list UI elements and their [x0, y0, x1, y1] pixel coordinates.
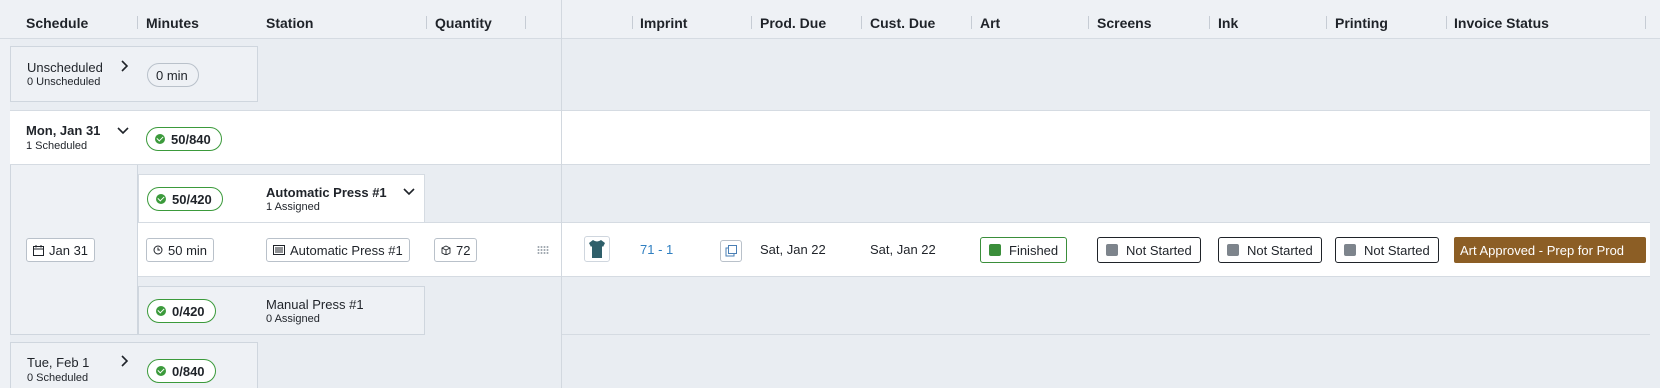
status-square-icon	[1106, 244, 1118, 256]
chevron-down-icon[interactable]	[116, 123, 130, 137]
day-capacity-badge: 0/840	[147, 359, 216, 383]
col-art[interactable]: Art	[980, 0, 1000, 39]
art-status[interactable]: Finished	[980, 237, 1068, 263]
col-schedule[interactable]: Schedule	[26, 0, 88, 39]
col-resize-handle[interactable]	[1326, 16, 1327, 29]
station-assigned-count: 1 Assigned	[266, 201, 320, 213]
copy-button[interactable]	[720, 240, 742, 262]
status-label: Finished	[1009, 242, 1059, 258]
ink-status[interactable]: Not Started	[1218, 237, 1322, 263]
check-circle-icon	[155, 134, 165, 144]
col-station[interactable]: Station	[266, 0, 313, 39]
col-resize-handle[interactable]	[861, 16, 862, 29]
quantity-value: 72	[456, 242, 471, 258]
unscheduled-group[interactable]: Unscheduled 0 Unscheduled 0 min	[10, 46, 258, 102]
left-rail	[0, 39, 10, 388]
unscheduled-minutes: 0 min	[147, 63, 199, 87]
col-imprint[interactable]: Imprint	[640, 0, 687, 39]
check-circle-icon	[156, 366, 166, 376]
cust-due-date: Sat, Jan 22	[870, 242, 936, 257]
station-capacity-badge: 50/420	[147, 187, 223, 211]
check-circle-icon	[156, 194, 166, 204]
row-divider	[561, 334, 1650, 335]
day-capacity-badge: 50/840	[146, 127, 222, 151]
station-group-header[interactable]: 0/420 Manual Press #1 0 Assigned	[138, 286, 425, 335]
capacity-value: 50/420	[172, 191, 212, 207]
capacity-value: 0/420	[172, 303, 205, 319]
drag-handle-icon[interactable]	[537, 244, 549, 256]
col-resize-handle[interactable]	[751, 16, 752, 29]
chevron-right-icon[interactable]	[117, 59, 131, 73]
job-quantity: 72	[434, 238, 478, 262]
day-title: Mon, Jan 31	[26, 123, 101, 138]
status-label: Not Started	[1126, 242, 1192, 258]
press-icon	[273, 245, 285, 255]
job-station-select[interactable]: Automatic Press #1	[266, 238, 410, 262]
station-assigned-count: 0 Assigned	[266, 313, 320, 325]
station-name: Manual Press #1	[266, 297, 364, 312]
status-label: Not Started	[1247, 242, 1313, 258]
panel-divider[interactable]	[561, 0, 562, 388]
capacity-value: 0/840	[172, 363, 205, 379]
status-label: Not Started	[1364, 242, 1430, 258]
col-resize-handle[interactable]	[1645, 16, 1646, 29]
clock-icon	[153, 245, 163, 255]
copy-icon	[725, 245, 737, 257]
col-resize-handle[interactable]	[137, 16, 138, 29]
status-square-icon	[1344, 244, 1356, 256]
day-scheduled-count: 1 Scheduled	[26, 140, 88, 152]
tshirt-icon	[589, 240, 605, 258]
day-group-header[interactable]: Mon, Jan 31 1 Scheduled 50/840	[10, 110, 1650, 165]
job-minutes: 50 min	[146, 238, 215, 262]
col-screens[interactable]: Screens	[1097, 0, 1151, 39]
col-printing[interactable]: Printing	[1335, 0, 1388, 39]
invoice-status-badge[interactable]: Art Approved - Prep for Prod	[1454, 237, 1646, 263]
col-invoice-status[interactable]: Invoice Status	[1454, 0, 1549, 39]
date-value: Jan 31	[49, 242, 89, 258]
printing-status[interactable]: Not Started	[1335, 237, 1439, 263]
imprint-link[interactable]: 71 - 1	[640, 242, 673, 257]
col-cust-due[interactable]: Cust. Due	[870, 0, 935, 39]
product-thumbnail[interactable]	[584, 236, 610, 262]
date-chip[interactable]: Jan 31	[26, 238, 96, 262]
unscheduled-title: Unscheduled	[27, 60, 103, 75]
calendar-icon	[33, 244, 44, 256]
station-capacity-badge: 0/420	[147, 299, 216, 323]
box-icon	[441, 245, 451, 255]
chevron-right-icon[interactable]	[117, 354, 131, 368]
col-resize-handle[interactable]	[971, 16, 972, 29]
col-quantity[interactable]: Quantity	[435, 0, 492, 39]
col-resize-handle[interactable]	[1088, 16, 1089, 29]
prod-due-date: Sat, Jan 22	[760, 242, 826, 257]
screens-status[interactable]: Not Started	[1097, 237, 1201, 263]
chevron-down-icon[interactable]	[402, 184, 416, 198]
col-resize-handle[interactable]	[1446, 16, 1447, 29]
col-prod-due[interactable]: Prod. Due	[760, 0, 826, 39]
col-resize-handle[interactable]	[426, 16, 427, 29]
col-resize-handle[interactable]	[525, 16, 526, 29]
status-square-icon	[989, 244, 1001, 256]
col-resize-handle[interactable]	[1209, 16, 1210, 29]
column-header-bar: Schedule Minutes Station Quantity Imprin…	[0, 0, 1660, 39]
day-group-header[interactable]: Tue, Feb 1 0 Scheduled 0/840	[10, 342, 258, 388]
station-name: Automatic Press #1	[266, 185, 387, 200]
unscheduled-count: 0 Unscheduled	[27, 76, 101, 88]
minutes-value: 50 min	[168, 242, 208, 258]
check-circle-icon	[156, 306, 166, 316]
col-minutes[interactable]: Minutes	[146, 0, 199, 39]
col-resize-handle[interactable]	[632, 16, 633, 29]
station-group-header[interactable]: 50/420 Automatic Press #1 1 Assigned	[138, 174, 425, 222]
day-scheduled-count: 0 Scheduled	[27, 372, 89, 384]
minutes-value: 0 min	[156, 67, 188, 83]
capacity-value: 50/840	[171, 131, 211, 147]
station-value: Automatic Press #1	[290, 242, 403, 258]
status-square-icon	[1227, 244, 1239, 256]
day-title: Tue, Feb 1	[27, 355, 90, 370]
col-ink[interactable]: Ink	[1218, 0, 1238, 39]
